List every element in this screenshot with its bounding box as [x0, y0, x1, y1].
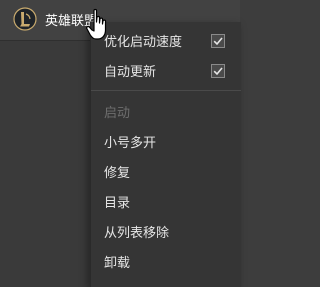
- sidebar-area: [0, 40, 90, 287]
- menu-item-label: 启动: [104, 106, 131, 121]
- menu-item-label: 自动更新: [104, 65, 157, 80]
- menu-item-launch: 启动: [91, 96, 241, 126]
- menu-item-directory[interactable]: 目录: [91, 186, 241, 216]
- context-menu: 优化启动速度 自动更新 启动 小号多开 修复 目录 从列表移除 卸载: [90, 22, 241, 287]
- checkbox-checked-icon[interactable]: [211, 34, 225, 48]
- menu-item-label: 小号多开: [104, 136, 157, 151]
- menu-item-uninstall[interactable]: 卸载: [91, 246, 241, 276]
- menu-item-label: 修复: [104, 166, 131, 181]
- menu-item-label: 优化启动速度: [104, 35, 183, 50]
- hand-pointer-icon: [85, 8, 111, 42]
- menu-item-auto-update[interactable]: 自动更新: [91, 55, 241, 85]
- menu-divider: [91, 90, 241, 91]
- menu-item-label: 卸载: [104, 256, 131, 271]
- menu-item-label: 目录: [104, 196, 131, 211]
- menu-item-label: 从列表移除: [104, 226, 170, 241]
- menu-item-optimize-startup[interactable]: 优化启动速度: [91, 25, 241, 55]
- checkbox-checked-icon[interactable]: [211, 64, 225, 78]
- menu-item-remove-from-list[interactable]: 从列表移除: [91, 216, 241, 246]
- menu-item-repair[interactable]: 修复: [91, 156, 241, 186]
- league-of-legends-logo-icon: [13, 7, 37, 31]
- menu-item-multi-account[interactable]: 小号多开: [91, 126, 241, 156]
